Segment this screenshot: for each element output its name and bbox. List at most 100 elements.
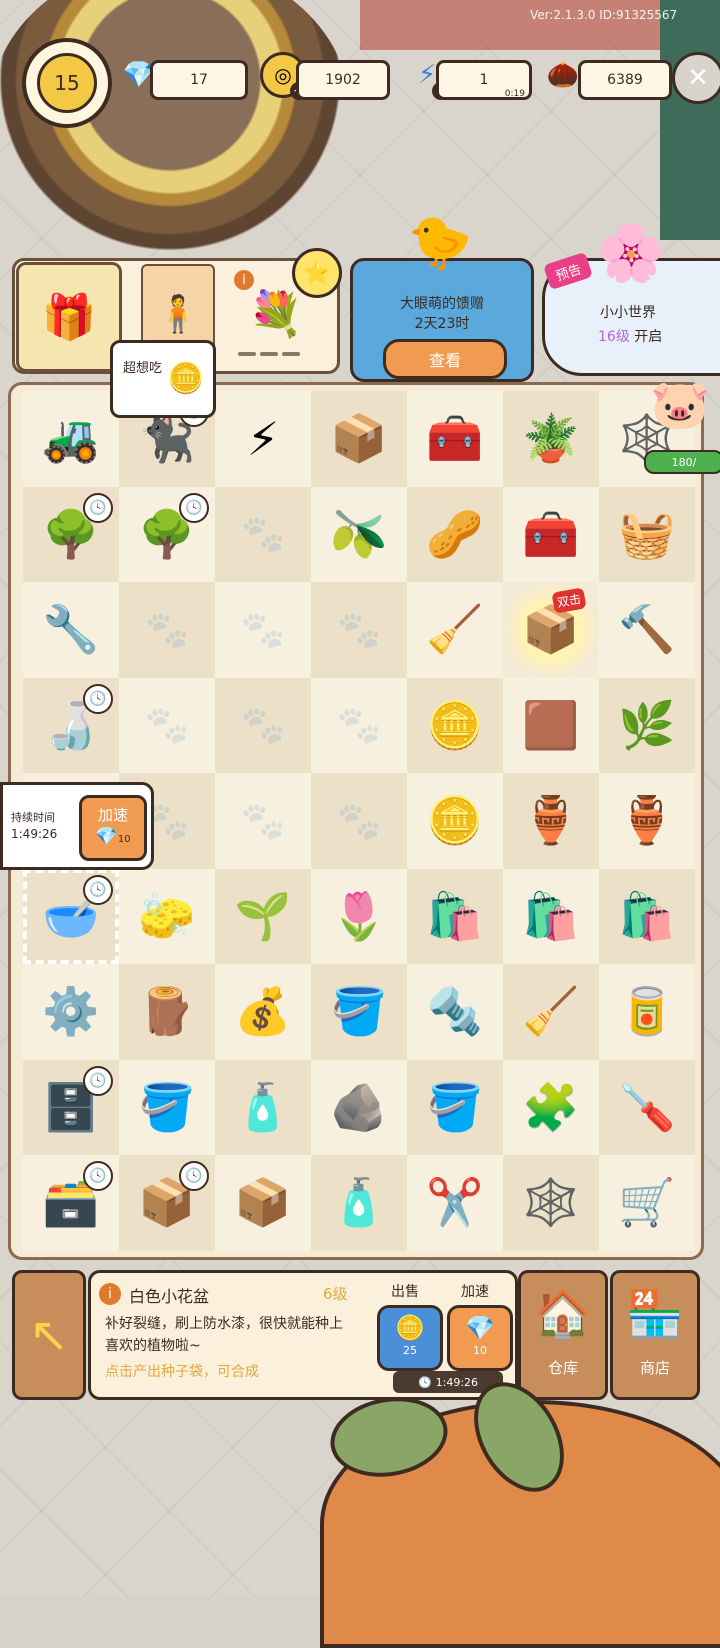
board-cell[interactable]: 🌳 🕓 — [23, 486, 119, 582]
board-cell[interactable]: 🥣 🕓 — [23, 868, 119, 964]
board-cell[interactable]: 🏺 — [599, 773, 695, 869]
boost-button[interactable]: 💎 10 — [447, 1305, 513, 1371]
board-cell[interactable]: 🧴 — [311, 1155, 407, 1251]
board-cell[interactable] — [311, 773, 407, 869]
piggy-bank-icon[interactable]: 🐷 — [650, 376, 720, 436]
quick-item-gift-box[interactable]: 🎁 — [16, 262, 122, 372]
board-item-icon: 🪣 — [426, 1079, 484, 1134]
board-item-icon: 🏺 — [618, 793, 676, 848]
clock-icon: 🕓 — [83, 874, 113, 905]
board-cell[interactable]: 🪨 — [311, 1059, 407, 1155]
board-cell[interactable]: 🛍️ — [599, 868, 695, 964]
info-icon[interactable]: i — [234, 270, 254, 290]
board-cell[interactable] — [215, 486, 311, 582]
board-item-icon: 🛍️ — [522, 888, 580, 943]
board-cell[interactable]: 🪴 — [503, 391, 599, 487]
board-cell[interactable]: 🌱 — [215, 868, 311, 964]
speedup-cost: 10 — [117, 834, 131, 845]
board-cell[interactable]: 📦 — [311, 391, 407, 487]
board-cell[interactable]: 🪙 — [407, 677, 503, 773]
board-item-icon: 🧽 — [138, 888, 196, 943]
back-arrow-button[interactable]: ↖ — [12, 1270, 86, 1400]
clock-icon: 🕓 — [417, 1375, 432, 1389]
star-icon[interactable]: ⭐ — [292, 248, 342, 298]
board-cell[interactable]: 🟫 — [503, 677, 599, 773]
coins-value: 1902 — [325, 72, 361, 88]
board-cell[interactable]: 🪣 — [119, 1059, 215, 1155]
board-cell[interactable]: 🗃️ 🕓 — [23, 1155, 119, 1251]
board-cell[interactable]: 🏺 — [503, 773, 599, 869]
board-cell[interactable]: 🥜 — [407, 486, 503, 582]
board-item-icon: 🧰 — [522, 506, 580, 561]
board-cell[interactable]: 💰 — [215, 964, 311, 1060]
board-cell[interactable]: 🪣 — [407, 1059, 503, 1155]
board-cell[interactable]: 🕸️ — [503, 1155, 599, 1251]
board-cell[interactable]: 🛒 — [599, 1155, 695, 1251]
warehouse-icon: 🏠 — [534, 1287, 592, 1341]
board-cell[interactable]: 🗄️ 🕓 — [23, 1059, 119, 1155]
coins-icon: 🪙 — [167, 361, 205, 396]
sell-button[interactable]: 🪙 25 — [377, 1305, 443, 1371]
gems-value: 17 — [190, 72, 208, 88]
close-icon[interactable]: ✕ — [672, 52, 720, 104]
board-cell[interactable]: 🍶 🕓 — [23, 677, 119, 773]
player-level-badge[interactable]: 15 — [22, 38, 112, 128]
board-cell[interactable]: 🌷 — [311, 868, 407, 964]
board-cell[interactable] — [119, 582, 215, 678]
board-cell[interactable]: 🪛 — [599, 1059, 695, 1155]
boost-label: 加速 — [461, 1284, 489, 1300]
speedup-gem-icon: 💎10 — [95, 826, 131, 847]
board-cell[interactable] — [311, 582, 407, 678]
board-cell[interactable]: 🪣 — [311, 964, 407, 1060]
board-cell[interactable] — [311, 677, 407, 773]
warehouse-button[interactable]: 🏠 仓库 — [518, 1270, 608, 1400]
board-cell[interactable]: ⚡ — [215, 391, 311, 487]
speedup-button[interactable]: 加速 💎10 — [79, 795, 147, 861]
board-cell[interactable]: 🧩 — [503, 1059, 599, 1155]
item-level: 6级 — [323, 1285, 348, 1303]
board-cell[interactable]: 🔨 — [599, 582, 695, 678]
board-cell[interactable]: 🫒 — [311, 486, 407, 582]
view-button[interactable]: 查看 — [383, 339, 507, 379]
board-item-icon: 🥫 — [618, 984, 676, 1039]
board-item-icon: 📦 — [330, 411, 388, 466]
board-cell[interactable]: 🌿 — [599, 677, 695, 773]
board-cell[interactable]: 📦 🕓 — [119, 1155, 215, 1251]
gem-icon: 💎 — [465, 1314, 495, 1342]
warehouse-label: 仓库 — [547, 1359, 578, 1377]
sell-value: 25 — [403, 1344, 417, 1357]
board-cell[interactable] — [215, 773, 311, 869]
board-cell[interactable]: 🧹 — [407, 582, 503, 678]
board-cell[interactable]: 🛍️ — [503, 868, 599, 964]
board-cell[interactable]: 🔧 — [23, 582, 119, 678]
board-cell[interactable]: 🧰 — [407, 391, 503, 487]
board-cell[interactable]: 🌳 🕓 — [119, 486, 215, 582]
board-cell[interactable]: 🪙 — [407, 773, 503, 869]
board-cell[interactable] — [215, 677, 311, 773]
board-cell[interactable]: 🧴 — [215, 1059, 311, 1155]
board-cell[interactable]: 🛍️ — [407, 868, 503, 964]
board-item-icon: 🧰 — [426, 411, 484, 466]
board-cell[interactable]: 🚜 — [23, 391, 119, 487]
board-cell[interactable] — [119, 677, 215, 773]
board-cell[interactable]: ✂️ — [407, 1155, 503, 1251]
board-cell[interactable] — [215, 582, 311, 678]
board-item-icon: 🪨 — [330, 1079, 388, 1134]
board-cell[interactable]: 🧰 — [503, 486, 599, 582]
board-cell[interactable]: ⚙️ — [23, 964, 119, 1060]
board-cell[interactable]: 🔩 — [407, 964, 503, 1060]
board-cell[interactable]: 📦 — [215, 1155, 311, 1251]
info-icon[interactable]: i — [99, 1283, 121, 1305]
coin-icon: 🪙 — [395, 1314, 425, 1342]
speedup-popup: 持续时间 1:49:26 加速 💎10 — [0, 782, 154, 870]
bird-mascot-icon: 🐤 — [407, 213, 473, 273]
board-cell[interactable]: 🥫 — [599, 964, 695, 1060]
item-info-panel: i 白色小花盆 6级 补好裂缝，刷上防水漆，很快就能种上喜欢的植物啦~ 点击产出… — [88, 1270, 518, 1400]
board-cell[interactable]: 📦 双击 — [503, 582, 599, 678]
board-cell[interactable]: 🪵 — [119, 964, 215, 1060]
gift-event-time: 2天23时 — [414, 316, 470, 332]
shop-button[interactable]: 🏪 商店 — [610, 1270, 700, 1400]
board-cell[interactable]: 🧺 — [599, 486, 695, 582]
board-cell[interactable]: 🧽 — [119, 868, 215, 964]
board-cell[interactable]: 🧹 — [503, 964, 599, 1060]
